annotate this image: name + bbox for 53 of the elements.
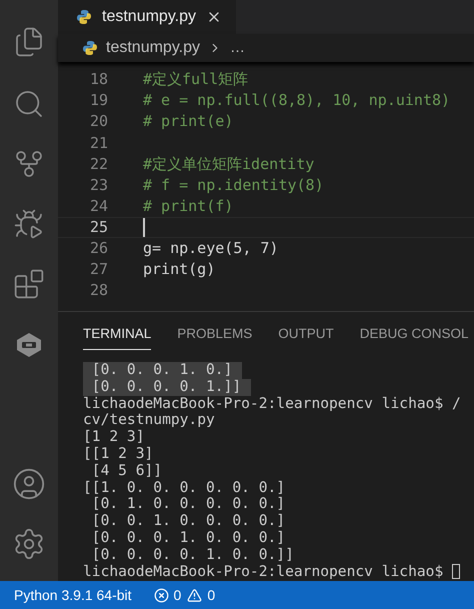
remote-icon[interactable] — [14, 330, 44, 360]
python-icon — [82, 40, 98, 56]
code-comment: # f = np.identity(8) — [143, 174, 324, 196]
terminal-line: [[1. 0. 0. 0. 0. 0. 0.] — [83, 480, 286, 496]
line-number: 24 — [88, 196, 108, 217]
error-count[interactable]: 0 — [174, 584, 182, 606]
line-number: 23 — [88, 174, 108, 196]
line-number: 28 — [88, 280, 108, 302]
run-debug-icon[interactable] — [13, 208, 45, 240]
extensions-icon[interactable] — [13, 268, 45, 300]
text-cursor — [143, 218, 145, 237]
error-icon — [154, 588, 169, 602]
editor-tab[interactable]: testnumpy.py — [58, 0, 236, 34]
panel-tab[interactable]: PROBLEMS — [177, 324, 252, 350]
code-line: g= np.eye(5, 7) — [143, 238, 278, 260]
line-number: 25 — [88, 216, 108, 238]
line-number: 21 — [88, 132, 108, 154]
code-comment: # e = np.full((8,8), 10, np.uint8) — [143, 90, 450, 112]
source-control-icon[interactable] — [13, 148, 45, 180]
account-icon[interactable] — [12, 467, 46, 501]
line-number: 19 — [88, 90, 108, 112]
terminal-line: cv/testnumpy.py — [83, 412, 215, 430]
terminal-line: [0. 1. 0. 0. 0. 0. 0.] — [90, 496, 286, 514]
terminal-line: [0. 0. 0. 0. 1. 0. 0.]] — [90, 546, 294, 564]
terminal-line: [0. 0. 1. 0. 0. 0. 0.] — [90, 513, 286, 530]
panel-tab[interactable]: TERMINAL — [83, 324, 152, 350]
line-number: 20 — [88, 111, 108, 132]
terminal-line: [0. 0. 0. 1. 0. 0. 0.] — [90, 530, 286, 547]
tab-label: testnumpy.py — [102, 7, 196, 27]
breadcrumb-item[interactable]: … — [230, 36, 245, 60]
code-comment: # print(e) — [143, 111, 234, 132]
terminal-line: lichaodeMacBook-Pro-2:learnopencv lichao$ — [83, 564, 444, 580]
panel-tab[interactable]: DEBUG CONSOL — [360, 324, 469, 350]
line-number: 27 — [88, 259, 108, 280]
python-icon — [76, 9, 92, 25]
terminal-line: lichaodeMacBook-Pro-2:learnopencv lichao$ / — [83, 396, 461, 412]
breadcrumb-item[interactable]: testnumpy.py — [106, 36, 200, 60]
files-icon[interactable] — [13, 26, 45, 58]
warning-count[interactable]: 0 — [207, 584, 216, 606]
code-line: print(g) — [143, 259, 216, 280]
code-comment: #定义单位矩阵identity — [143, 154, 314, 175]
warning-icon — [187, 588, 202, 602]
terminal-line: [4 5 6]] — [90, 462, 162, 480]
terminal-line: [1 2 3] — [83, 429, 145, 446]
search-icon[interactable] — [13, 88, 45, 120]
code-comment: # print(f) — [143, 196, 234, 217]
line-number: 26 — [88, 238, 108, 260]
code-comment: #定义full矩阵 — [143, 69, 248, 90]
panel-tab[interactable]: OUTPUT — [278, 324, 334, 350]
line-number: 22 — [88, 154, 108, 175]
terminal-line: [[1 2 3] — [83, 446, 154, 463]
line-number: 18 — [88, 69, 108, 90]
interpreter-label[interactable]: Python 3.9.1 64-bit — [14, 584, 132, 606]
